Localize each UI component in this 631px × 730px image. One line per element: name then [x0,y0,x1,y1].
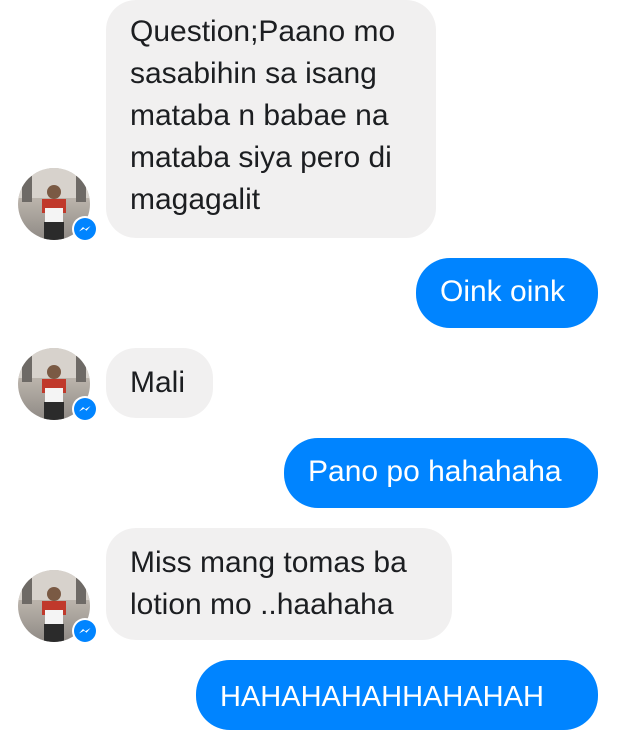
messenger-icon [74,398,96,420]
messenger-badge [72,216,98,242]
contact-avatar[interactable] [18,570,98,644]
incoming-message-bubble[interactable]: Miss mang tomas ba lotion mo ..haahaha [106,528,452,640]
messenger-icon [74,620,96,642]
incoming-message-bubble[interactable]: Question;Paano mo sasabihin sa isang mat… [106,0,436,238]
outgoing-message-bubble[interactable]: HAHAHAHAHHAHAHAH [196,660,598,730]
messenger-icon [74,218,96,240]
outgoing-message-bubble[interactable]: Pano po hahahaha [284,438,598,508]
contact-avatar[interactable] [18,168,98,242]
incoming-message-bubble[interactable]: Mali [106,348,213,418]
message-thread: Question;Paano mo sasabihin sa isang mat… [0,0,631,730]
messenger-badge [72,396,98,422]
outgoing-message-bubble[interactable]: Oink oink [416,258,598,328]
contact-avatar[interactable] [18,348,98,422]
messenger-badge [72,618,98,644]
